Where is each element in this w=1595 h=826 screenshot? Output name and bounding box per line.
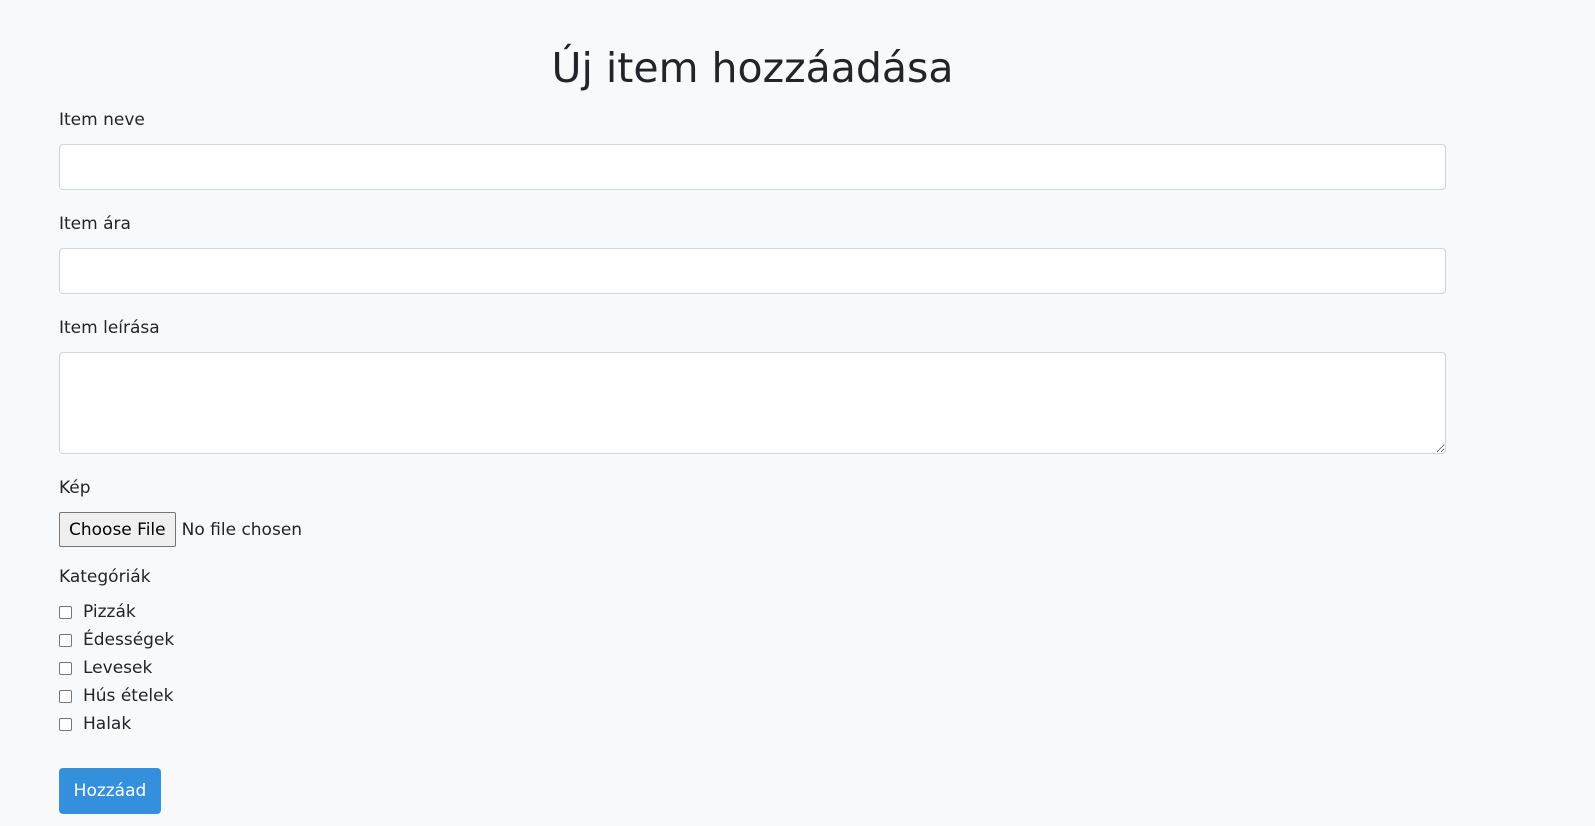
- categories-label: Kategóriák: [59, 567, 151, 587]
- add-item-page: Új item hozzáadása Item neve Item ára It…: [0, 0, 1595, 826]
- checkbox[interactable]: [59, 661, 72, 675]
- category-label: Hús ételek: [83, 686, 174, 706]
- category-label: Édességek: [83, 630, 175, 650]
- item-description-textarea[interactable]: [59, 352, 1446, 454]
- file-status-text: No file chosen: [181, 519, 303, 540]
- item-name-label: Item neve: [59, 110, 145, 130]
- item-name-input[interactable]: [59, 144, 1446, 190]
- checkbox[interactable]: [59, 605, 72, 619]
- image-label: Kép: [59, 478, 91, 498]
- file-input[interactable]: Choose File No file chosen: [59, 512, 302, 547]
- category-item-halak[interactable]: Halak: [59, 710, 174, 738]
- checkbox[interactable]: [59, 633, 72, 647]
- category-item-hus-etelek[interactable]: Hús ételek: [59, 682, 174, 710]
- categories-list: Pizzák Édességek Levesek Hús ételek Hala…: [59, 598, 174, 738]
- page-title: Új item hozzáadása: [551, 44, 954, 92]
- item-price-input[interactable]: [59, 248, 1446, 294]
- category-item-pizzak[interactable]: Pizzák: [59, 598, 174, 626]
- category-label: Levesek: [83, 658, 153, 678]
- category-label: Pizzák: [83, 602, 136, 622]
- choose-file-button[interactable]: Choose File: [59, 512, 176, 547]
- checkbox[interactable]: [59, 689, 72, 703]
- category-item-edessegek[interactable]: Édességek: [59, 626, 174, 654]
- submit-button[interactable]: Hozzáad: [59, 768, 161, 814]
- item-description-label: Item leírása: [59, 318, 160, 338]
- category-label: Halak: [83, 714, 132, 734]
- item-price-label: Item ára: [59, 214, 131, 234]
- checkbox[interactable]: [59, 717, 72, 731]
- category-item-levesek[interactable]: Levesek: [59, 654, 174, 682]
